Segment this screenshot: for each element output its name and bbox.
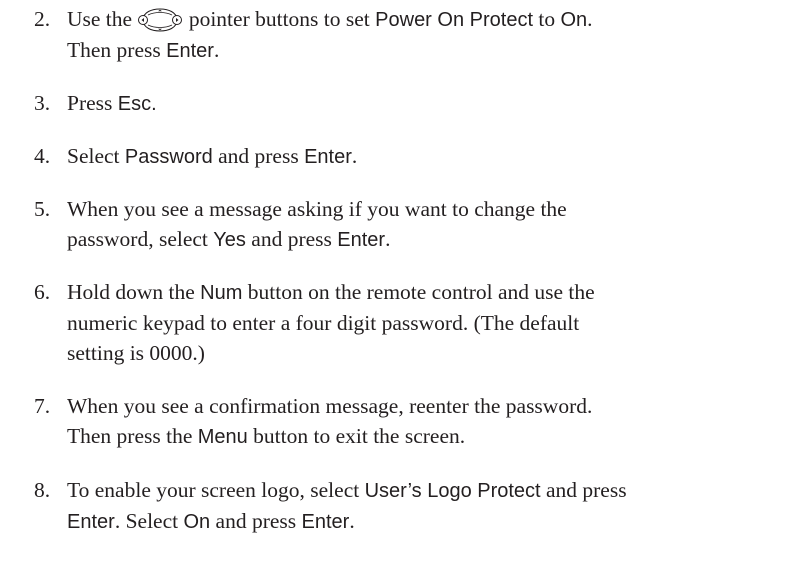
instruction-page: 2. Use the pointer buttons to set Power … <box>0 0 802 581</box>
ui-term: User’s Logo Protect <box>364 480 541 502</box>
text-line: Press Esc. <box>67 88 794 119</box>
body-text: pointer buttons to set <box>183 7 376 31</box>
step-number: 2. <box>34 7 51 31</box>
step-number: 5. <box>34 197 51 221</box>
step-text: When you see a confirmation message, ree… <box>67 391 794 452</box>
body-text: . <box>349 509 355 533</box>
step-number: 3. <box>34 91 51 115</box>
ui-term: On <box>560 9 588 31</box>
body-text: . <box>385 227 391 251</box>
text-line: When you see a message asking if you wan… <box>67 194 794 224</box>
step-number: 7. <box>34 394 51 418</box>
body-text: Hold down the <box>67 280 201 304</box>
step-text: Use the pointer buttons to set Power On … <box>67 4 794 66</box>
body-text: When you see a confirmation message, ree… <box>67 394 593 418</box>
step-number: 8. <box>34 478 51 502</box>
text-line: setting is 0000.) <box>67 338 794 368</box>
text-line: Use the pointer buttons to set Power On … <box>67 4 794 35</box>
body-text: and press <box>245 227 338 251</box>
step-text: To enable your screen logo, select User’… <box>67 475 794 537</box>
pointer-buttons-icon <box>138 8 183 32</box>
step-number: 4. <box>34 144 51 168</box>
body-text: . Select <box>114 509 184 533</box>
text-line: To enable your screen logo, select User’… <box>67 475 794 506</box>
ui-term: Enter <box>301 511 350 533</box>
body-text: button on the remote control and use the <box>242 280 595 304</box>
ui-term: Esc. <box>117 93 157 115</box>
ui-term: Num <box>200 282 243 304</box>
text-line: Hold down the Num button on the remote c… <box>67 277 794 308</box>
body-text: Press <box>67 91 118 115</box>
ui-term: Password <box>124 146 213 168</box>
ui-term: Yes <box>213 229 246 251</box>
body-text: setting is 0000.) <box>67 341 205 365</box>
body-text: Use the <box>67 7 138 31</box>
ui-term: Menu <box>197 426 248 448</box>
ui-term: On <box>183 511 211 533</box>
text-line: Then press Enter. <box>67 35 794 66</box>
body-text: Select <box>67 144 125 168</box>
body-text: Then press the <box>67 424 198 448</box>
text-line: password, select Yes and press Enter. <box>67 224 794 255</box>
ui-term: Enter <box>337 229 386 251</box>
body-text: button to exit the screen. <box>247 424 466 448</box>
body-text: to <box>533 7 561 31</box>
body-text: Then press <box>67 38 167 62</box>
ui-term: Enter <box>304 146 352 168</box>
body-text: and press <box>210 509 302 533</box>
step-text: Press Esc. <box>67 88 794 119</box>
body-text: . <box>587 7 593 31</box>
text-line: Enter. Select On and press Enter. <box>67 506 794 537</box>
ui-term: Enter <box>67 511 115 533</box>
body-text: To enable your screen logo, select <box>67 478 365 502</box>
ui-term: Power On Protect <box>375 9 533 31</box>
body-text: and press <box>540 478 627 502</box>
body-text: password, select <box>67 227 214 251</box>
body-text: When you see a message asking if you wan… <box>67 197 567 221</box>
text-line: When you see a confirmation message, ree… <box>67 391 794 421</box>
step-text: Select Password and press Enter. <box>67 141 794 172</box>
step-text: When you see a message asking if you wan… <box>67 194 794 255</box>
body-text: . <box>351 144 358 168</box>
body-text: and press <box>212 144 305 168</box>
text-line: numeric keypad to enter a four digit pas… <box>67 308 794 338</box>
text-line: Then press the Menu button to exit the s… <box>67 421 794 452</box>
text-line: Select Password and press Enter. <box>67 141 794 172</box>
body-text: . <box>213 38 220 62</box>
body-text: numeric keypad to enter a four digit pas… <box>67 311 580 335</box>
ui-term: Enter <box>166 40 214 62</box>
step-number: 6. <box>34 280 51 304</box>
step-text: Hold down the Num button on the remote c… <box>67 277 794 368</box>
